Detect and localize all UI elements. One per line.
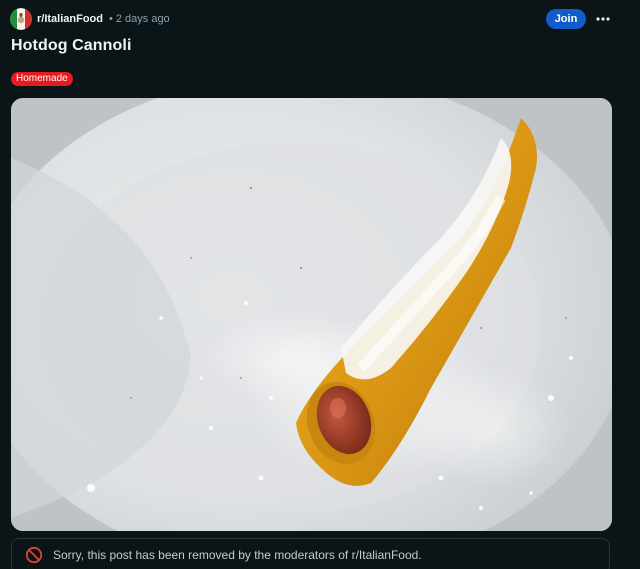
removed-notice-text: Sorry, this post has been removed by the… (53, 548, 422, 562)
meta-separator: • (109, 13, 113, 25)
removed-notice: Sorry, this post has been removed by the… (11, 538, 610, 569)
post-header: r/ItalianFood • 2 days ago Join (10, 8, 630, 30)
post-flair[interactable]: Homemade (11, 72, 73, 86)
more-options-button[interactable] (592, 9, 614, 29)
post-image[interactable] (11, 98, 612, 531)
hotdog-cannoli-photo (11, 98, 612, 531)
ellipsis-horizontal-icon (596, 17, 610, 21)
subreddit-avatar[interactable] (10, 8, 32, 30)
post-title[interactable]: Hotdog Cannoli (11, 37, 132, 55)
post-timestamp[interactable]: 2 days ago (116, 13, 170, 25)
join-button[interactable]: Join (546, 9, 586, 29)
prohibited-icon (25, 546, 43, 564)
post-page: r/ItalianFood • 2 days ago Join Hotdog C… (0, 0, 640, 569)
subreddit-name[interactable]: r/ItalianFood (37, 13, 103, 25)
